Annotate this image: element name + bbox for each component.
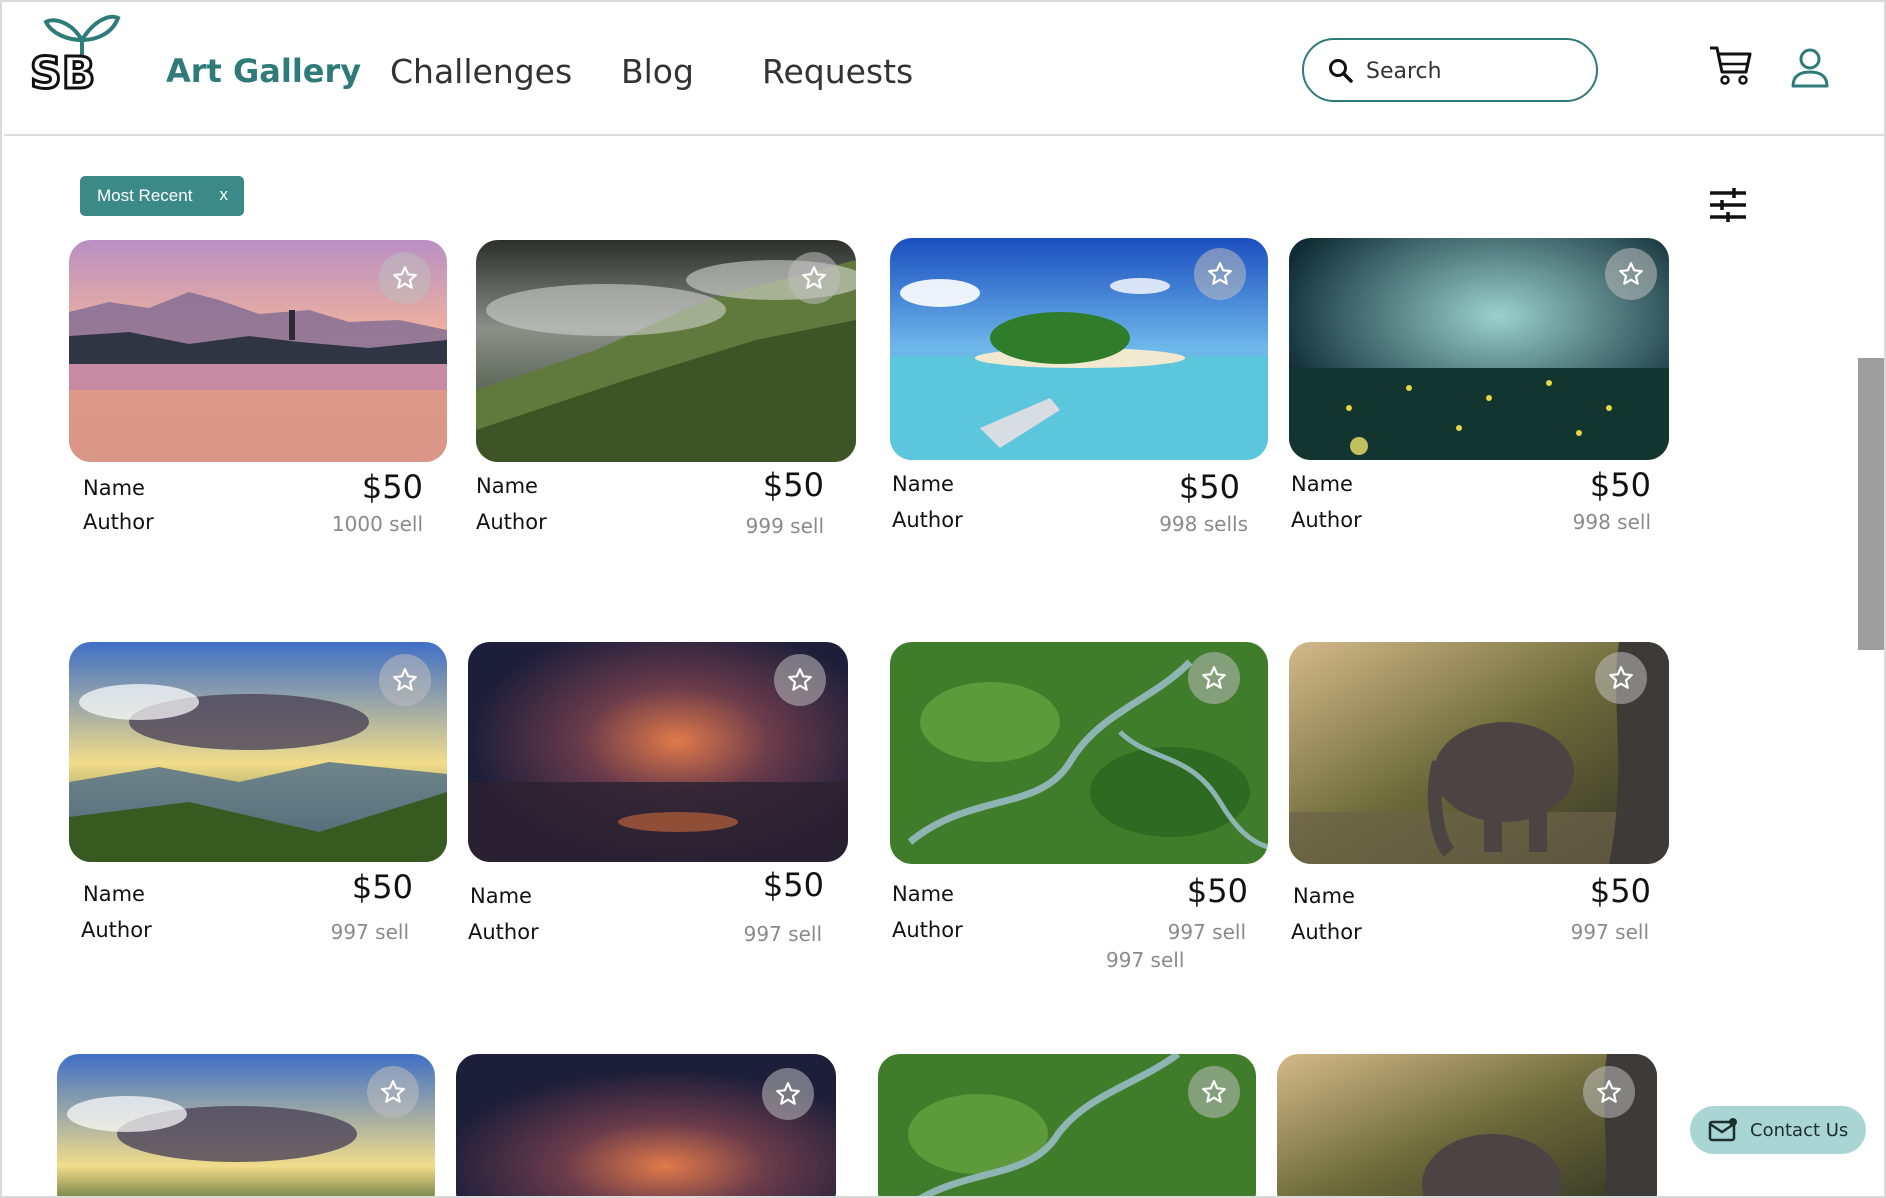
card-author: Author bbox=[81, 918, 152, 942]
nav-blog[interactable]: Blog bbox=[621, 52, 694, 91]
nav-challenges[interactable]: Challenges bbox=[390, 52, 572, 91]
art-card[interactable]: Name Author $50 1000 sell bbox=[69, 240, 447, 540]
card-name: Name bbox=[83, 882, 145, 906]
favorite-button[interactable] bbox=[379, 654, 431, 706]
card-author: Author bbox=[83, 510, 154, 534]
art-card[interactable]: Name Author $50 998 sell bbox=[1289, 238, 1669, 538]
search-icon bbox=[1329, 59, 1353, 83]
search-bar[interactable] bbox=[1302, 38, 1598, 102]
card-price: $50 bbox=[1589, 466, 1651, 504]
star-icon bbox=[393, 668, 417, 691]
card-sells: 997 sell bbox=[743, 922, 822, 946]
card-price: $50 bbox=[762, 866, 824, 904]
card-price: $50 bbox=[762, 466, 824, 504]
star-icon bbox=[788, 668, 812, 691]
art-card[interactable]: Name Author $50 998 sells bbox=[890, 238, 1268, 538]
favorite-button[interactable] bbox=[379, 252, 431, 304]
favorite-button[interactable] bbox=[774, 654, 826, 706]
art-card[interactable]: Name Author $50 997 sell bbox=[890, 642, 1268, 944]
contact-us-button[interactable]: Contact Us bbox=[1690, 1106, 1866, 1154]
favorite-button[interactable] bbox=[367, 1066, 419, 1118]
card-author: Author bbox=[1291, 920, 1362, 944]
sliders-icon bbox=[1710, 188, 1746, 222]
card-author: Author bbox=[892, 918, 963, 942]
filter-chip-most-recent[interactable]: Most Recent x bbox=[80, 176, 244, 216]
card-sells: 997 sell bbox=[330, 920, 409, 944]
card-name: Name bbox=[892, 472, 954, 496]
art-card[interactable] bbox=[57, 1054, 435, 1196]
star-icon bbox=[1619, 262, 1643, 285]
card-sells: 1000 sell bbox=[331, 512, 423, 536]
user-account-button[interactable] bbox=[1790, 48, 1830, 93]
card-sells: 999 sell bbox=[745, 514, 824, 538]
card-name: Name bbox=[476, 474, 538, 498]
cart-button[interactable] bbox=[1708, 44, 1752, 91]
logo[interactable]: SB bbox=[29, 10, 134, 101]
mail-icon bbox=[1708, 1118, 1737, 1142]
card-name: Name bbox=[83, 476, 145, 500]
card-price: $50 bbox=[1178, 468, 1240, 506]
top-header: SB Art Gallery Challenges Blog Requests bbox=[4, 4, 1884, 136]
duplicate-sells-label: 997 sell bbox=[1106, 948, 1185, 972]
art-card[interactable]: Name Author $50 997 sell bbox=[468, 642, 848, 946]
cart-icon bbox=[1710, 46, 1752, 85]
search-input[interactable] bbox=[1366, 54, 1576, 88]
card-name: Name bbox=[892, 882, 954, 906]
contact-us-label: Contact Us bbox=[1750, 1120, 1849, 1141]
favorite-button[interactable] bbox=[1194, 248, 1246, 300]
favorite-button[interactable] bbox=[1583, 1066, 1635, 1118]
card-author: Author bbox=[892, 508, 963, 532]
page: SB Art Gallery Challenges Blog Requests bbox=[0, 0, 1886, 1198]
card-price: $50 bbox=[1186, 872, 1248, 910]
svg-text:SB: SB bbox=[30, 48, 95, 92]
card-name: Name bbox=[1291, 472, 1353, 496]
favorite-button[interactable] bbox=[1595, 652, 1647, 704]
art-card[interactable] bbox=[456, 1054, 836, 1196]
art-card[interactable]: Name Author $50 997 sell bbox=[1289, 642, 1669, 944]
user-icon bbox=[1791, 48, 1829, 88]
card-price: $50 bbox=[1589, 872, 1651, 910]
favorite-button[interactable] bbox=[1188, 1066, 1240, 1118]
card-sells: 997 sell bbox=[1570, 920, 1649, 944]
star-icon bbox=[1208, 262, 1232, 285]
star-icon bbox=[802, 266, 826, 289]
card-price: $50 bbox=[361, 468, 423, 506]
scrollbar-thumb[interactable] bbox=[1858, 358, 1884, 650]
card-author: Author bbox=[476, 510, 547, 534]
card-price: $50 bbox=[351, 868, 413, 906]
card-sells: 997 sell bbox=[1167, 920, 1246, 944]
star-icon bbox=[1609, 666, 1633, 689]
nav-requests[interactable]: Requests bbox=[762, 52, 913, 91]
card-name: Name bbox=[470, 884, 532, 908]
art-card[interactable]: Name Author $50 997 sell bbox=[69, 642, 447, 944]
favorite-button[interactable] bbox=[1605, 248, 1657, 300]
card-sells: 998 sell bbox=[1572, 510, 1651, 534]
star-icon bbox=[1597, 1080, 1621, 1103]
card-name: Name bbox=[1293, 884, 1355, 908]
art-card[interactable] bbox=[878, 1054, 1256, 1196]
star-icon bbox=[1202, 1080, 1226, 1103]
favorite-button[interactable] bbox=[788, 252, 840, 304]
favorite-button[interactable] bbox=[1188, 652, 1240, 704]
art-card[interactable]: Name Author $50 999 sell bbox=[476, 240, 856, 540]
star-icon bbox=[1202, 666, 1226, 689]
star-icon bbox=[776, 1082, 800, 1105]
filter-chip-label: Most Recent bbox=[97, 186, 193, 205]
filter-settings-button[interactable] bbox=[1708, 188, 1748, 227]
card-author: Author bbox=[1291, 508, 1362, 532]
card-author: Author bbox=[468, 920, 539, 944]
star-icon bbox=[393, 266, 417, 289]
favorite-button[interactable] bbox=[762, 1068, 814, 1120]
star-icon bbox=[381, 1080, 405, 1103]
sprout-logo-icon: SB bbox=[29, 14, 121, 101]
chip-close-button[interactable]: x bbox=[220, 185, 229, 205]
brand-title[interactable]: Art Gallery bbox=[166, 52, 361, 90]
art-card[interactable] bbox=[1277, 1054, 1657, 1196]
card-sells: 998 sells bbox=[1159, 512, 1248, 536]
